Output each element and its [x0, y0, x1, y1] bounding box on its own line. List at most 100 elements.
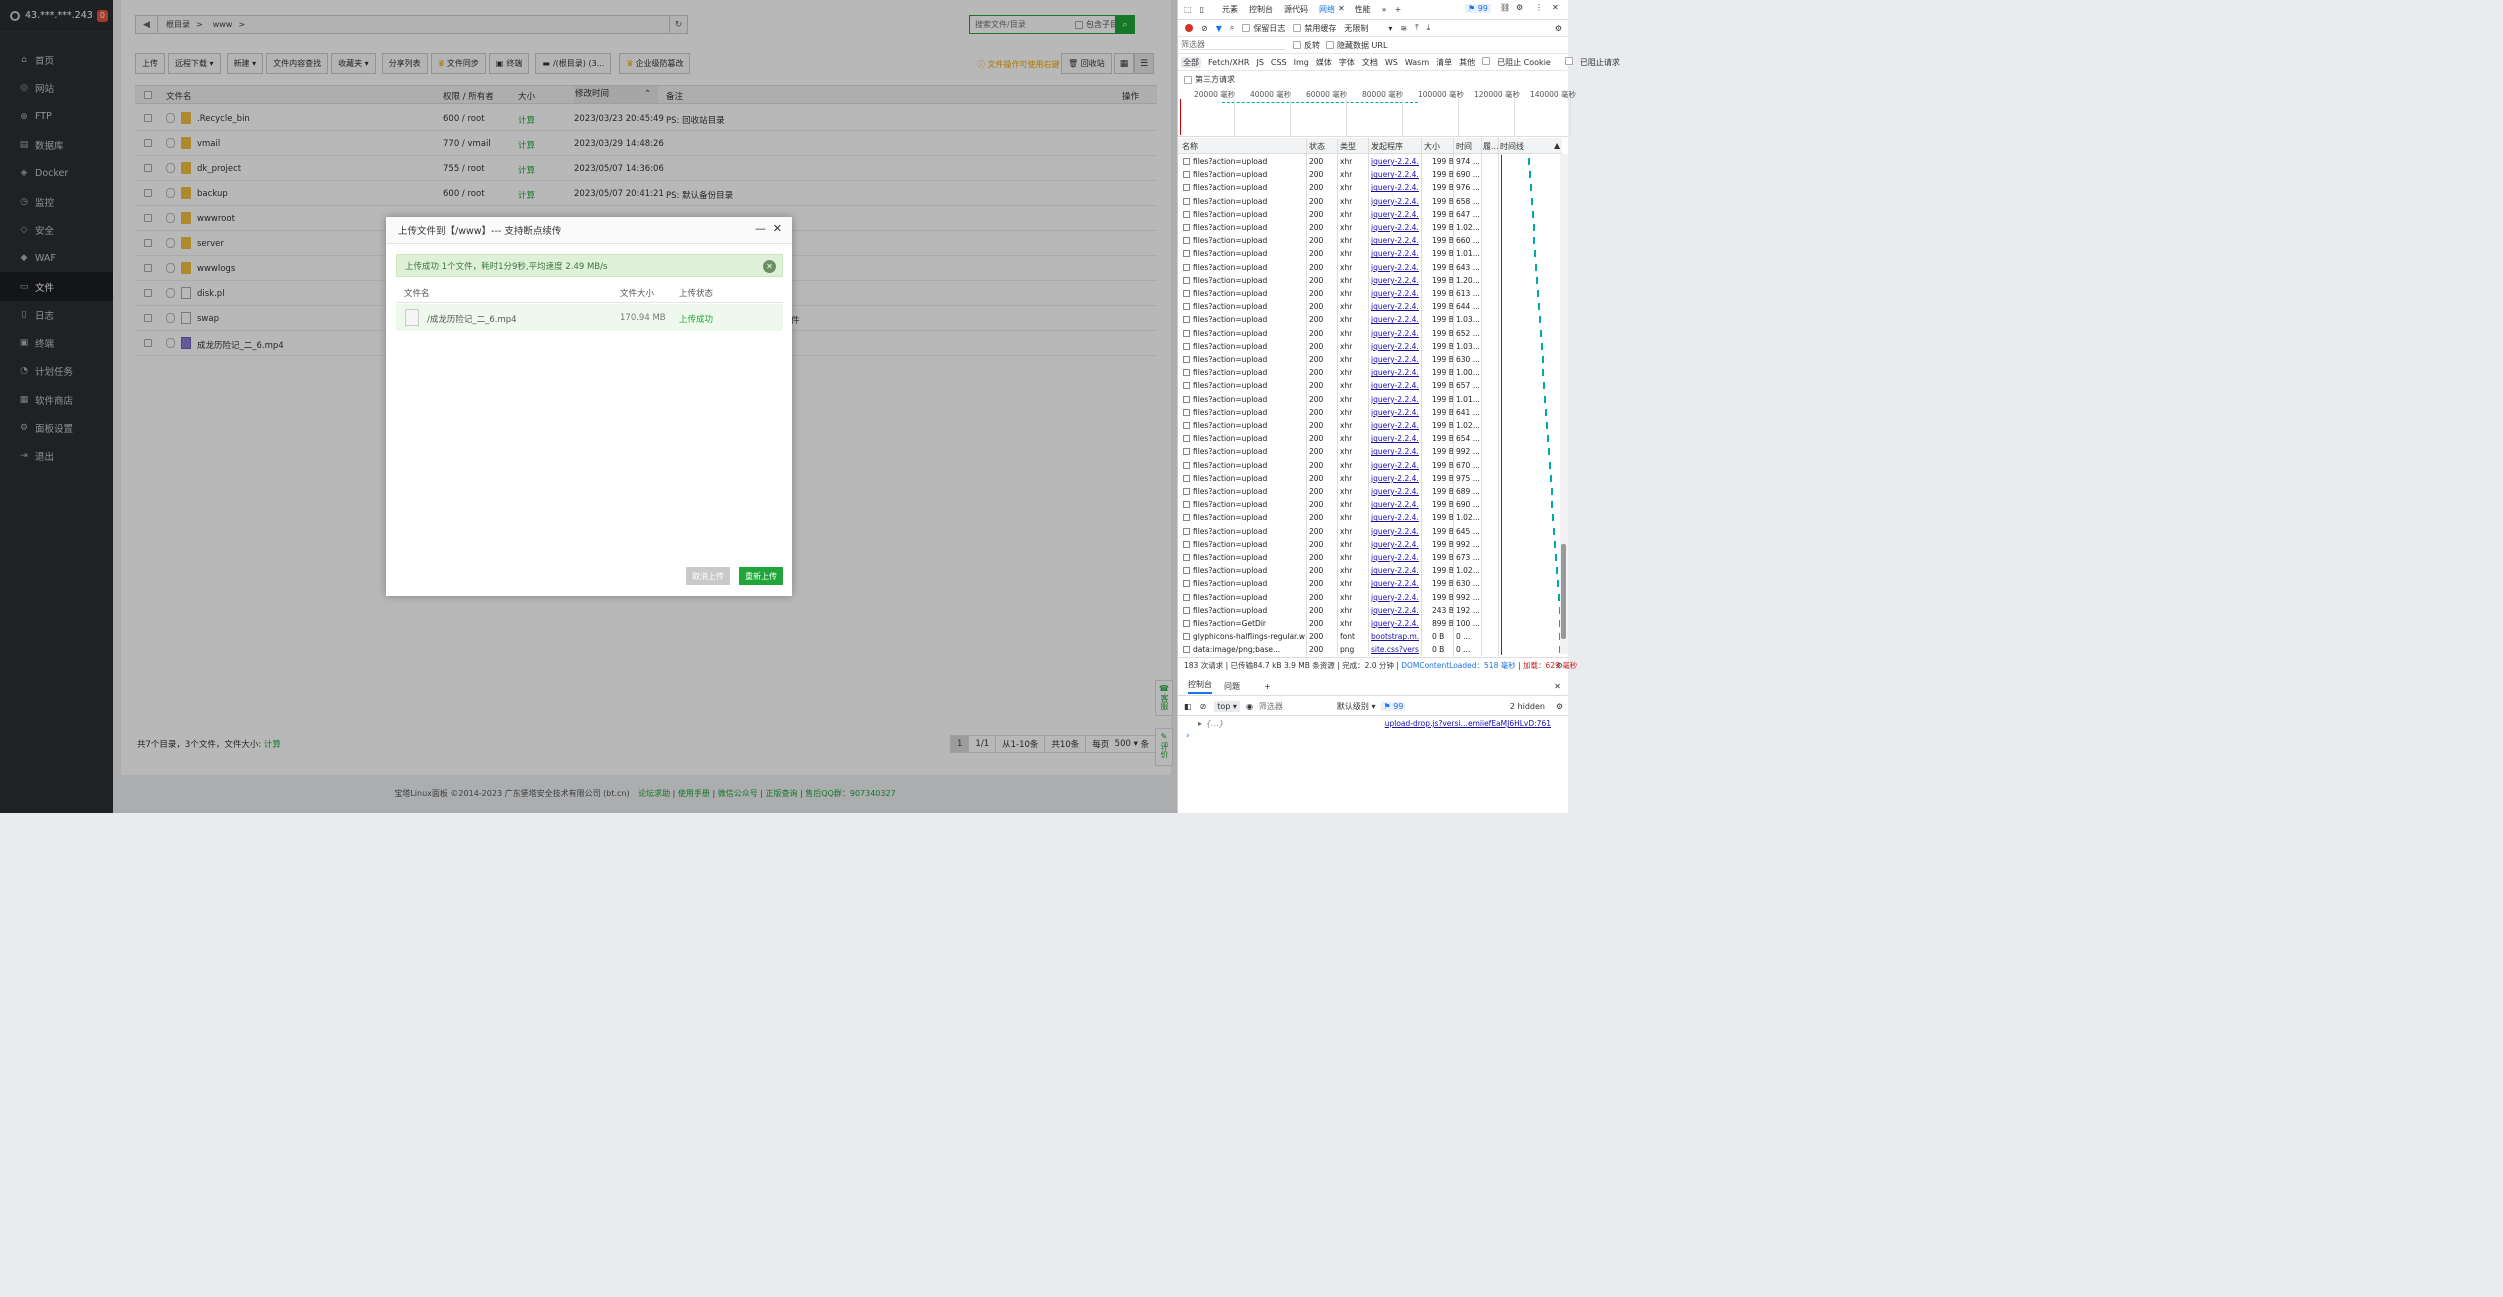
type-filter-8[interactable]: WS — [1385, 58, 1398, 67]
search-icon[interactable]: ⌕ — [1230, 23, 1234, 33]
close-tab-icon[interactable]: ✕ — [1338, 4, 1345, 15]
req-name[interactable]: data:image/png;base... — [1193, 645, 1305, 654]
req-initiator[interactable]: jquery-2.2.4... — [1371, 355, 1419, 364]
request-row[interactable]: files?action=upload 200 xhr jquery-2.2.4...… — [1178, 221, 1562, 234]
req-name[interactable]: files?action=upload — [1193, 315, 1305, 324]
req-name[interactable]: files?action=upload — [1193, 329, 1305, 338]
req-name[interactable]: files?action=upload — [1193, 263, 1305, 272]
request-row[interactable]: files?action=upload 200 xhr jquery-2.2.4...… — [1178, 168, 1562, 181]
request-row[interactable]: files?action=upload 200 xhr jquery-2.2.4...… — [1178, 591, 1562, 604]
req-initiator[interactable]: jquery-2.2.4... — [1371, 302, 1419, 311]
cancel-upload-button[interactable]: 取消上传 — [686, 567, 730, 585]
col-waterfall[interactable]: 时间线 — [1500, 141, 1524, 152]
disable-cache-checkbox[interactable] — [1293, 24, 1302, 32]
upload-icon[interactable]: ⤒ — [1415, 23, 1419, 33]
req-initiator[interactable]: jquery-2.2.4... — [1371, 500, 1419, 509]
req-initiator[interactable]: jquery-2.2.4... — [1371, 606, 1419, 615]
req-initiator[interactable]: jquery-2.2.4... — [1371, 474, 1419, 483]
kebab-menu-icon[interactable]: ⋮ — [1535, 3, 1543, 12]
request-row[interactable]: files?action=upload 200 xhr jquery-2.2.4...… — [1178, 393, 1562, 406]
type-filter-11[interactable]: 其他 — [1459, 57, 1475, 68]
req-initiator[interactable]: jquery-2.2.4... — [1371, 197, 1419, 206]
throttle-select[interactable]: 无限制 — [1344, 23, 1368, 34]
request-row[interactable]: files?action=upload 200 xhr jquery-2.2.4...… — [1178, 287, 1562, 300]
req-name[interactable]: files?action=upload — [1193, 368, 1305, 377]
reupload-button[interactable]: 重新上传 — [739, 567, 783, 585]
col-size[interactable]: 大小 — [1424, 141, 1440, 152]
req-initiator[interactable]: jquery-2.2.4... — [1371, 170, 1419, 179]
request-row[interactable]: data:image/png;base... 200 png site.css?ver… — [1178, 643, 1562, 656]
request-row[interactable]: files?action=upload 200 xhr jquery-2.2.4...… — [1178, 313, 1562, 326]
settings-gear-icon[interactable]: ⚙ — [1556, 661, 1563, 670]
req-name[interactable]: files?action=upload — [1193, 381, 1305, 390]
req-initiator[interactable]: jquery-2.2.4... — [1371, 566, 1419, 575]
req-initiator[interactable]: jquery-2.2.4... — [1371, 223, 1419, 232]
request-row[interactable]: files?action=upload 200 xhr jquery-2.2.4...… — [1178, 327, 1562, 340]
req-name[interactable]: glyphicons-halflings-regular.w... — [1193, 632, 1305, 641]
drawer-close-icon[interactable]: ✕ — [1554, 682, 1561, 691]
req-name[interactable]: files?action=upload — [1193, 157, 1305, 166]
devtools-tab-2[interactable]: 源代码 — [1284, 4, 1308, 15]
type-filter-3[interactable]: CSS — [1271, 58, 1287, 67]
request-row[interactable]: files?action=upload 200 xhr jquery-2.2.4...… — [1178, 577, 1562, 590]
col-time[interactable]: 时间 — [1456, 141, 1472, 152]
req-name[interactable]: files?action=upload — [1193, 223, 1305, 232]
req-initiator[interactable]: jquery-2.2.4... — [1371, 289, 1419, 298]
req-initiator[interactable]: jquery-2.2.4... — [1371, 447, 1419, 456]
request-row[interactable]: files?action=upload 200 xhr jquery-2.2.4...… — [1178, 181, 1562, 194]
req-initiator[interactable]: jquery-2.2.4... — [1371, 210, 1419, 219]
devtools-tab-4[interactable]: 性能 — [1355, 4, 1371, 15]
req-name[interactable]: files?action=upload — [1193, 487, 1305, 496]
request-row[interactable]: glyphicons-halflings-regular.w... 200 font… — [1178, 630, 1562, 643]
record-icon[interactable] — [1185, 24, 1193, 32]
more-tabs-icon[interactable]: » — [1382, 5, 1387, 14]
request-row[interactable]: files?action=upload 200 xhr jquery-2.2.4...… — [1178, 353, 1562, 366]
req-initiator[interactable]: jquery-2.2.4... — [1371, 593, 1419, 602]
console-settings-icon[interactable]: ⚙ — [1556, 702, 1563, 711]
request-row[interactable]: files?action=upload 200 xhr jquery-2.2.4...… — [1178, 472, 1562, 485]
request-row[interactable]: files?action=upload 200 xhr jquery-2.2.4...… — [1178, 564, 1562, 577]
req-name[interactable]: files?action=upload — [1193, 553, 1305, 562]
minimize-icon[interactable]: — — [755, 222, 766, 235]
request-row[interactable]: files?action=upload 200 xhr jquery-2.2.4...… — [1178, 498, 1562, 511]
type-filter-9[interactable]: Wasm — [1405, 58, 1429, 67]
req-initiator[interactable]: jquery-2.2.4... — [1371, 553, 1419, 562]
req-initiator[interactable]: bootstrap.m... — [1371, 632, 1419, 641]
req-initiator[interactable]: jquery-2.2.4... — [1371, 487, 1419, 496]
inspect-icon[interactable]: ⬚ — [1184, 5, 1192, 14]
blocked-request-toggle[interactable]: 已阻止请求 — [1564, 56, 1627, 68]
request-row[interactable]: files?action=upload 200 xhr jquery-2.2.4...… — [1178, 432, 1562, 445]
req-name[interactable]: files?action=upload — [1193, 197, 1305, 206]
req-initiator[interactable]: jquery-2.2.4... — [1371, 540, 1419, 549]
drawer-tab-issues[interactable]: 问题 — [1224, 681, 1240, 692]
col-type[interactable]: 类型 — [1340, 141, 1356, 152]
blocked-cookie-toggle[interactable]: 已阻止 Cookie — [1482, 56, 1558, 68]
req-name[interactable]: files?action=upload — [1193, 421, 1305, 430]
req-name[interactable]: files?action=upload — [1193, 395, 1305, 404]
col-status[interactable]: 状态 — [1309, 141, 1325, 152]
device-toggle-icon[interactable]: ▯ — [1200, 5, 1204, 14]
req-initiator[interactable]: jquery-2.2.4... — [1371, 183, 1419, 192]
col-name[interactable]: 名称 — [1182, 141, 1198, 152]
req-name[interactable]: files?action=upload — [1193, 236, 1305, 245]
request-row[interactable]: files?action=upload 200 xhr jquery-2.2.4...… — [1178, 366, 1562, 379]
req-name[interactable]: files?action=upload — [1193, 540, 1305, 549]
network-settings-icon[interactable]: ⚙ — [1555, 24, 1562, 33]
col-initiator[interactable]: 发起程序 — [1371, 141, 1403, 152]
req-name[interactable]: files?action=upload — [1193, 355, 1305, 364]
console-filter-input[interactable] — [1258, 702, 1331, 711]
req-name[interactable]: files?action=upload — [1193, 593, 1305, 602]
req-initiator[interactable]: jquery-2.2.4... — [1371, 513, 1419, 522]
req-initiator[interactable]: jquery-2.2.4... — [1371, 329, 1419, 338]
col-fulfilled[interactable]: 履... — [1483, 141, 1499, 152]
entry-source-link[interactable]: upload-drop.js?versi…emiiefEaMJ6HLvD:761 — [1385, 719, 1551, 728]
type-filter-10[interactable]: 清单 — [1436, 57, 1452, 68]
req-initiator[interactable]: jquery-2.2.4... — [1371, 527, 1419, 536]
req-name[interactable]: files?action=upload — [1193, 276, 1305, 285]
request-row[interactable]: files?action=upload 200 xhr jquery-2.2.4...… — [1178, 379, 1562, 392]
log-level-select[interactable]: 默认级别 ▾ — [1337, 701, 1376, 712]
type-filter-2[interactable]: JS — [1256, 58, 1263, 67]
req-initiator[interactable]: jquery-2.2.4... — [1371, 342, 1419, 351]
req-name[interactable]: files?action=upload — [1193, 527, 1305, 536]
console-entry[interactable]: ▸ {…} upload-drop.js?versi…emiiefEaMJ6HL… — [1178, 717, 1569, 731]
